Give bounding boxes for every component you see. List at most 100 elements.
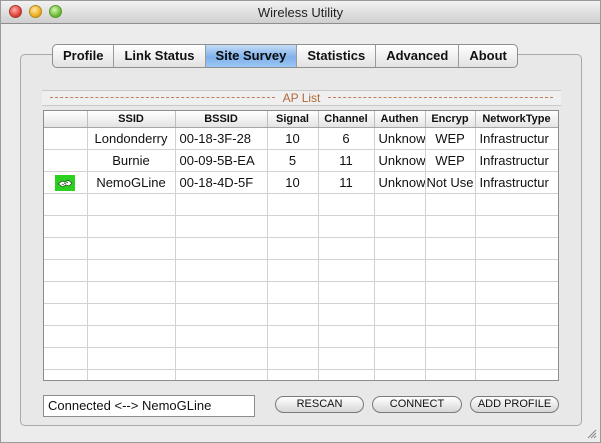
empty-cell [87,369,176,380]
authen-cell: Unknow [374,127,426,150]
authen-cell: Unknow [374,171,426,194]
empty-cell [475,303,558,326]
ap-list-header: AP List [42,90,561,106]
bssid-cell: 00-09-5B-EA [175,149,268,172]
column-header-ssid[interactable]: SSID [87,111,176,128]
empty-cell [87,303,176,326]
ap-list-table[interactable]: SSID BSSID Signal Channel Authen Encryp … [43,110,559,381]
empty-cell [374,303,426,326]
network-type-cell: Infrastructur [475,171,558,194]
empty-table-row [44,259,558,282]
empty-cell [475,215,558,238]
empty-cell [475,347,558,370]
signal-cell: 10 [267,171,319,194]
empty-cell [267,237,319,260]
column-header-channel[interactable]: Channel [318,111,375,128]
connection-status-field: Connected <--> NemoGLine [43,395,255,417]
authen-cell: Unknow [374,149,426,172]
empty-cell [425,259,476,282]
network-type-cell: Infrastructur [475,149,558,172]
empty-cell [475,193,558,216]
table-row[interactable]: Burnie 00-09-5B-EA 5 11 Unknow WEP Infra… [44,149,558,172]
empty-cell [425,215,476,238]
column-header-signal[interactable]: Signal [267,111,319,128]
empty-cell [425,193,476,216]
tab-link-status[interactable]: Link Status [114,45,206,67]
empty-cell [44,325,88,348]
tab-site-survey[interactable]: Site Survey [205,45,298,67]
signal-cell: 5 [267,149,319,172]
empty-cell [44,215,88,238]
empty-table-row [44,369,558,380]
empty-cell [425,303,476,326]
empty-table-row [44,237,558,260]
empty-cell [318,215,375,238]
encryp-cell: WEP [425,127,476,150]
table-row[interactable]: NemoGLine 00-18-4D-5F 10 11 Unknow Not U… [44,171,558,194]
empty-cell [318,325,375,348]
tab-about[interactable]: About [459,45,517,67]
empty-cell [44,259,88,282]
empty-cell [267,281,319,304]
tab-advanced[interactable]: Advanced [376,45,460,67]
empty-cell [44,237,88,260]
empty-cell [374,237,426,260]
empty-cell [374,347,426,370]
empty-cell [425,325,476,348]
empty-table-row [44,281,558,304]
channel-cell: 6 [318,127,375,150]
empty-cell [374,281,426,304]
empty-cell [175,347,268,370]
resize-grip-icon[interactable] [587,429,597,439]
empty-cell [374,259,426,282]
title-bar: Wireless Utility [1,1,600,24]
empty-cell [318,237,375,260]
table-row[interactable]: Londonderry 00-18-3F-28 10 6 Unknow WEP … [44,127,558,150]
empty-cell [87,281,176,304]
tab-profile[interactable]: Profile [53,45,115,67]
signal-cell: 10 [267,127,319,150]
encryp-cell: WEP [425,149,476,172]
add-profile-button[interactable]: ADD PROFILE [470,396,559,413]
status-cell [44,171,88,194]
channel-cell: 11 [318,171,375,194]
empty-cell [44,281,88,304]
column-header-encryp[interactable]: Encryp [425,111,476,128]
empty-cell [425,369,476,380]
empty-cell [175,303,268,326]
status-cell [44,149,88,172]
empty-cell [374,369,426,380]
column-header-authen[interactable]: Authen [374,111,426,128]
empty-cell [87,215,176,238]
bssid-cell: 00-18-4D-5F [175,171,268,194]
column-header-icon[interactable] [44,111,88,128]
ap-list-title: AP List [282,91,321,105]
empty-cell [475,325,558,348]
empty-cell [425,237,476,260]
tab-statistics[interactable]: Statistics [297,45,377,67]
empty-cell [175,215,268,238]
connect-button[interactable]: CONNECT [372,396,462,413]
empty-cell [318,347,375,370]
empty-cell [318,193,375,216]
divider-right [328,97,553,98]
window: Wireless Utility Profile Link Status Sit… [0,0,601,443]
empty-cell [374,193,426,216]
empty-cell [267,325,319,348]
ssid-cell: Burnie [87,149,176,172]
empty-cell [44,303,88,326]
encryp-cell: Not Use [425,171,476,194]
column-header-bssid[interactable]: BSSID [175,111,268,128]
empty-table-row [44,347,558,370]
column-header-network-type[interactable]: NetworkType [475,111,558,128]
ssid-cell: NemoGLine [87,171,176,194]
empty-cell [175,193,268,216]
channel-cell: 11 [318,149,375,172]
divider-left [50,97,275,98]
empty-cell [175,281,268,304]
empty-cell [425,347,476,370]
empty-table-row [44,325,558,348]
empty-cell [87,259,176,282]
table-header-row: SSID BSSID Signal Channel Authen Encryp … [44,111,558,128]
rescan-button[interactable]: RESCAN [275,396,364,413]
